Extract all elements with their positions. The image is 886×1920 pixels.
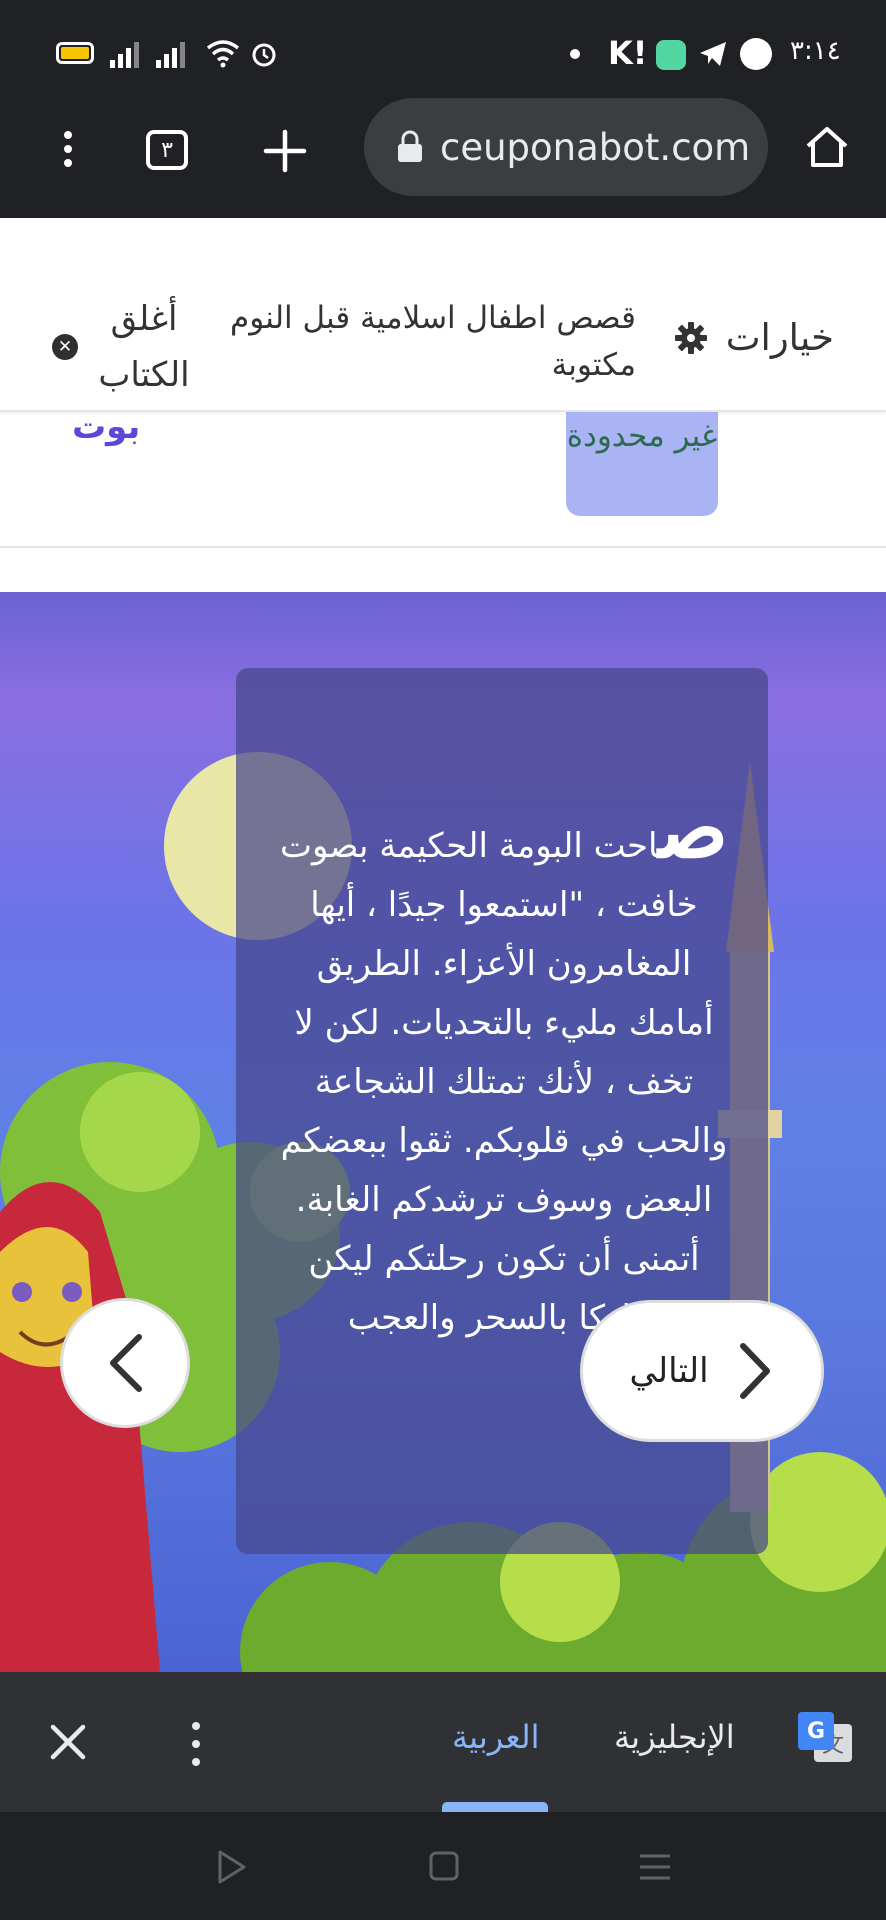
- signal-icon: [110, 40, 140, 68]
- home-nav-icon[interactable]: [428, 1850, 460, 1882]
- close-book-label: أغلق الكتاب: [98, 299, 190, 395]
- alarm-icon: [252, 43, 276, 67]
- close-book-button[interactable]: ✕ أغلق الكتاب: [52, 291, 192, 403]
- new-tab-icon[interactable]: [262, 128, 308, 174]
- signal-icon: [156, 40, 186, 68]
- language-tab-english[interactable]: الإنجليزية: [614, 1718, 735, 1756]
- back-nav-icon[interactable]: [214, 1848, 250, 1886]
- close-icon: ✕: [52, 334, 78, 360]
- story-drop-cap: ص: [658, 781, 729, 877]
- story-text: احت البومة الحكيمة بصوت خافت ، "استمعوا …: [279, 826, 728, 1338]
- translate-bar: [0, 1672, 886, 1812]
- chevron-left-icon: [110, 1334, 142, 1392]
- google-translate-icon[interactable]: 文 G: [798, 1712, 854, 1764]
- k-app-icon: K!: [608, 34, 648, 72]
- clock-time: ٣:١٤: [790, 36, 841, 66]
- story-paragraph: صاحت البومة الحكيمة بصوت خافت ، "استمعوا…: [276, 788, 732, 1348]
- notification-dot-icon: [570, 49, 580, 59]
- app-icon: [740, 38, 772, 70]
- language-tab-arabic[interactable]: العربية: [452, 1718, 539, 1756]
- gear-icon: [674, 321, 707, 354]
- next-page-button[interactable]: التالي: [580, 1300, 824, 1442]
- chevron-right-icon: [739, 1343, 770, 1399]
- wifi-icon: [206, 40, 240, 68]
- divider: [0, 546, 886, 548]
- url-text: ceuponabot.com: [440, 125, 751, 169]
- bot-link[interactable]: بوت: [72, 407, 140, 447]
- book-title: قصص اطفال اسلامية قبل النوم مكتوبة: [230, 300, 636, 383]
- options-button[interactable]: خيارات: [674, 316, 834, 359]
- telegram-icon: [700, 42, 726, 66]
- previous-page-button[interactable]: [60, 1298, 190, 1428]
- app-icon: [656, 40, 686, 70]
- recents-nav-icon[interactable]: [638, 1852, 672, 1882]
- browser-menu-button[interactable]: [52, 122, 84, 176]
- active-language-indicator: [442, 1802, 548, 1812]
- unlimited-badge[interactable]: غير محدودة: [566, 412, 718, 516]
- lock-icon: [398, 130, 422, 162]
- address-bar[interactable]: ceuponabot.com: [364, 98, 768, 196]
- tab-switcher-button[interactable]: ٣: [146, 130, 188, 170]
- close-icon[interactable]: [48, 1722, 88, 1762]
- translate-menu-button[interactable]: [190, 1722, 202, 1766]
- home-icon[interactable]: [804, 124, 850, 170]
- options-label: خيارات: [725, 316, 834, 359]
- next-label: التالي: [629, 1351, 709, 1391]
- battery-icon: [56, 42, 94, 64]
